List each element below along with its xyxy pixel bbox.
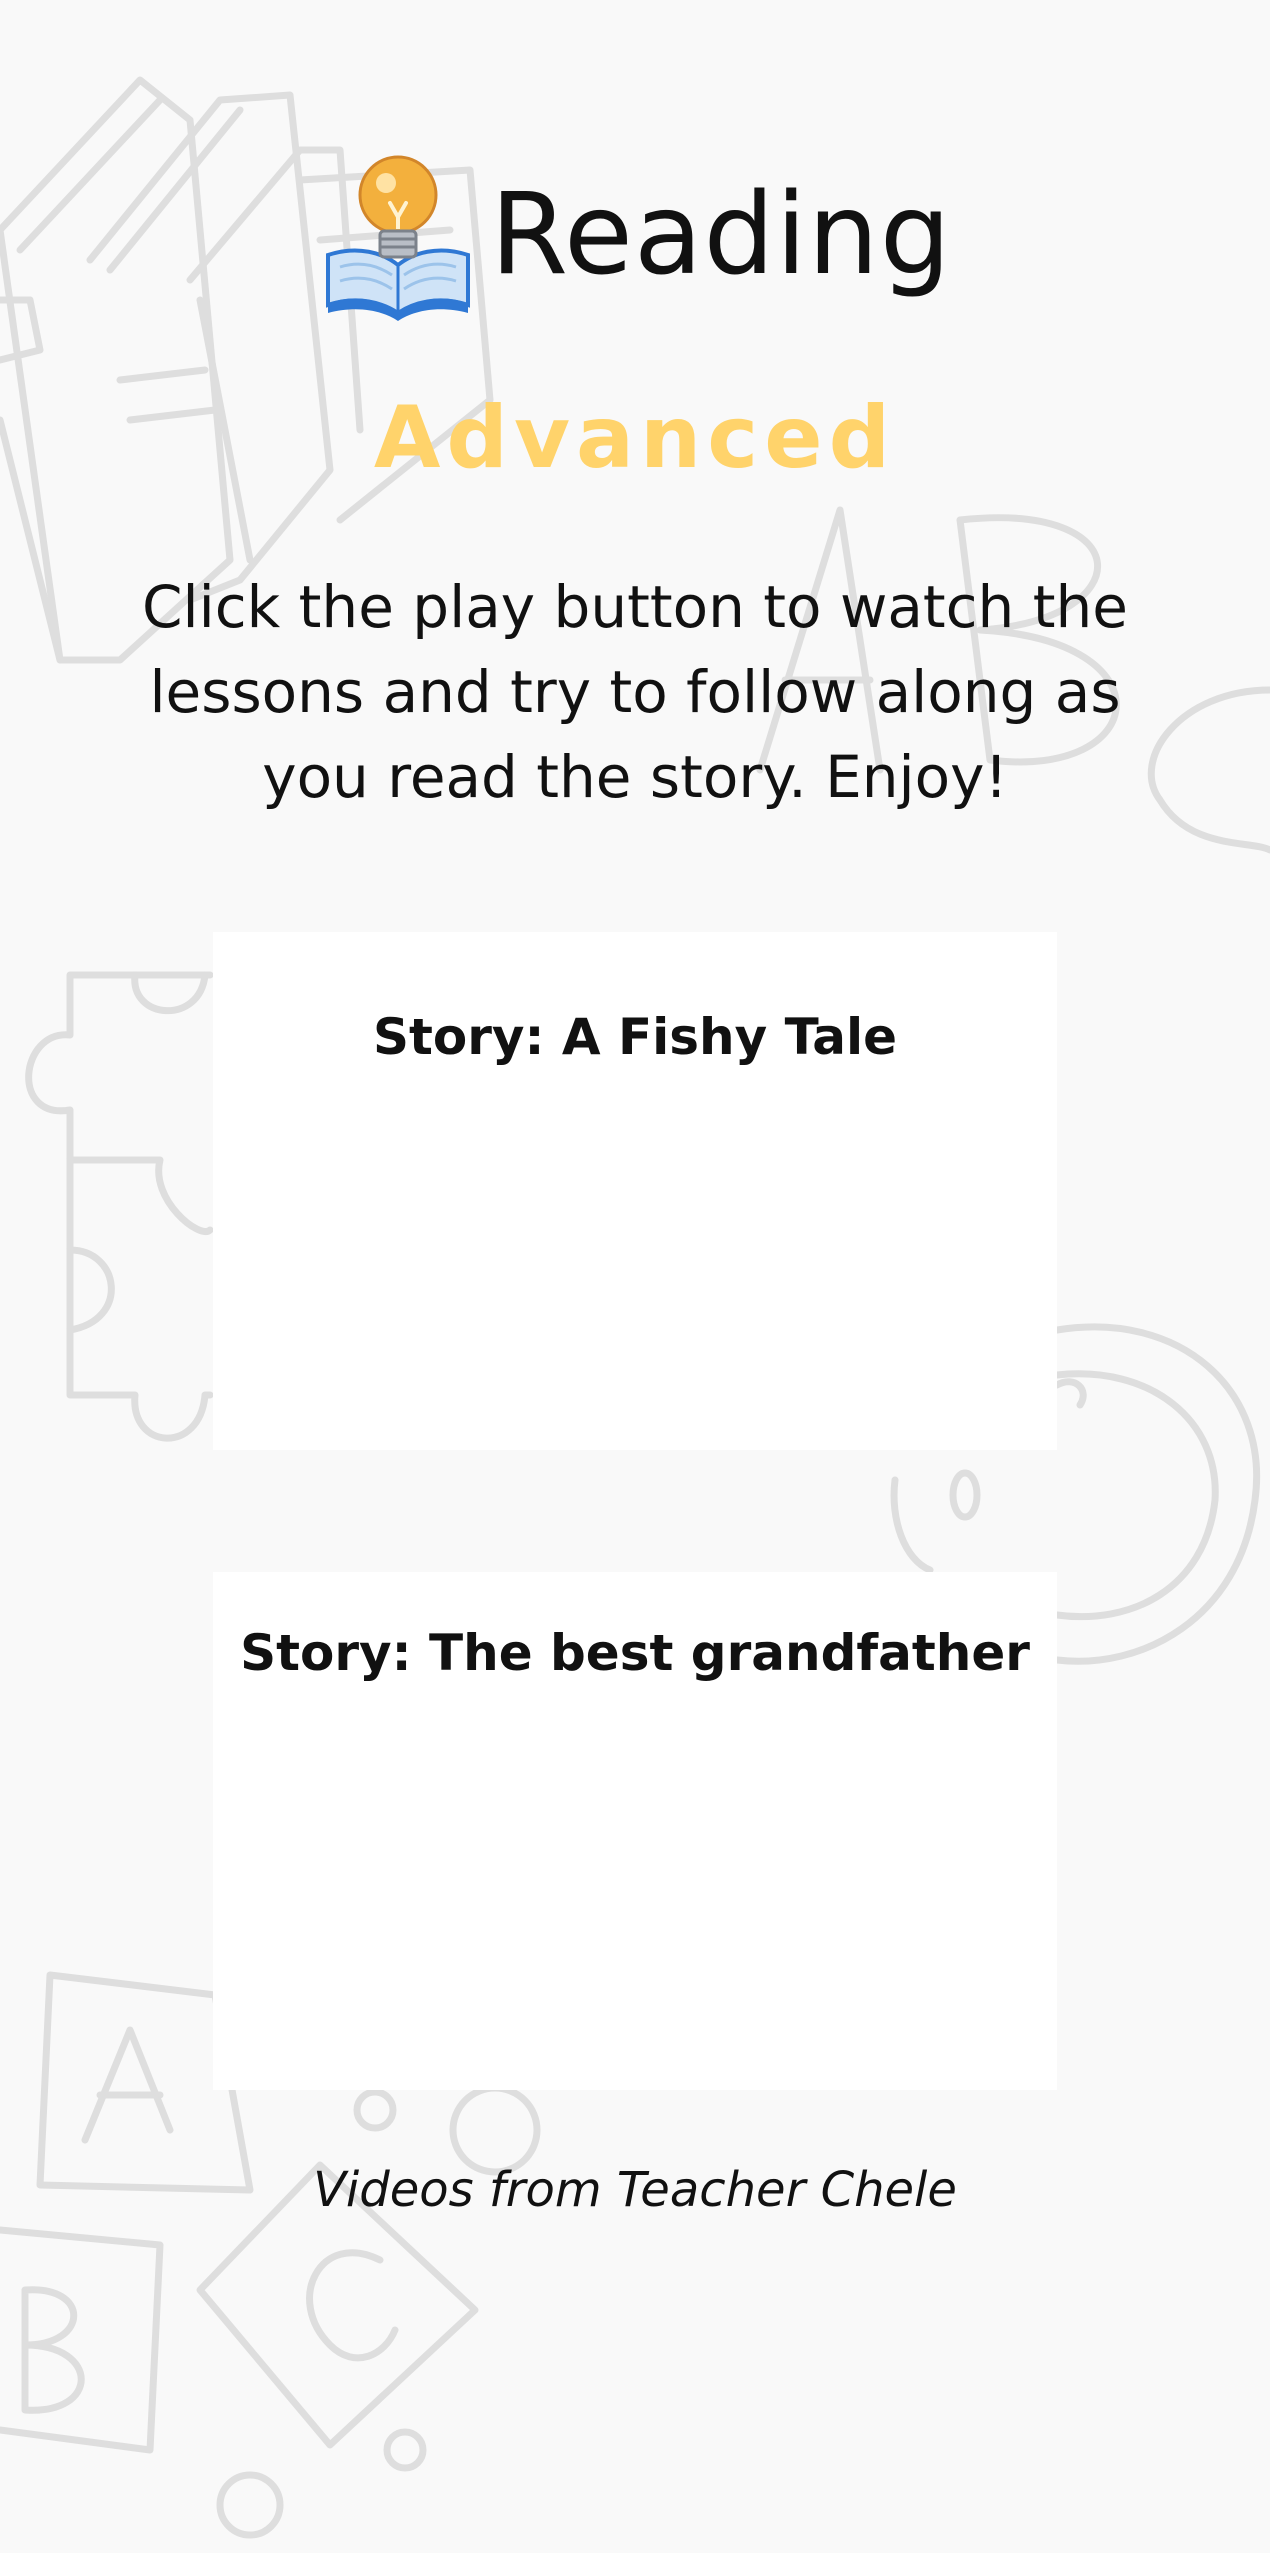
story-title: Story: A Fishy Tale <box>372 1008 898 1066</box>
page-header: Reading <box>0 140 1270 330</box>
page-title: Reading <box>490 170 952 300</box>
book-lightbulb-icon <box>326 155 471 321</box>
story-card: Story: The best grandfather <box>213 1572 1057 2090</box>
video-credit: Videos from Teacher Chele <box>313 2162 957 2218</box>
puzzle-doodle-icon <box>25 971 214 1442</box>
story-title: Story: The best grandfather <box>240 1624 1030 1682</box>
intro-text: Click the play button to watch the lesso… <box>142 573 1128 811</box>
level-heading: Advanced <box>373 388 897 488</box>
video-embed[interactable] <box>243 1722 1027 2060</box>
story-card: Story: A Fishy Tale <box>213 932 1057 1450</box>
video-embed[interactable] <box>243 1082 1027 1420</box>
